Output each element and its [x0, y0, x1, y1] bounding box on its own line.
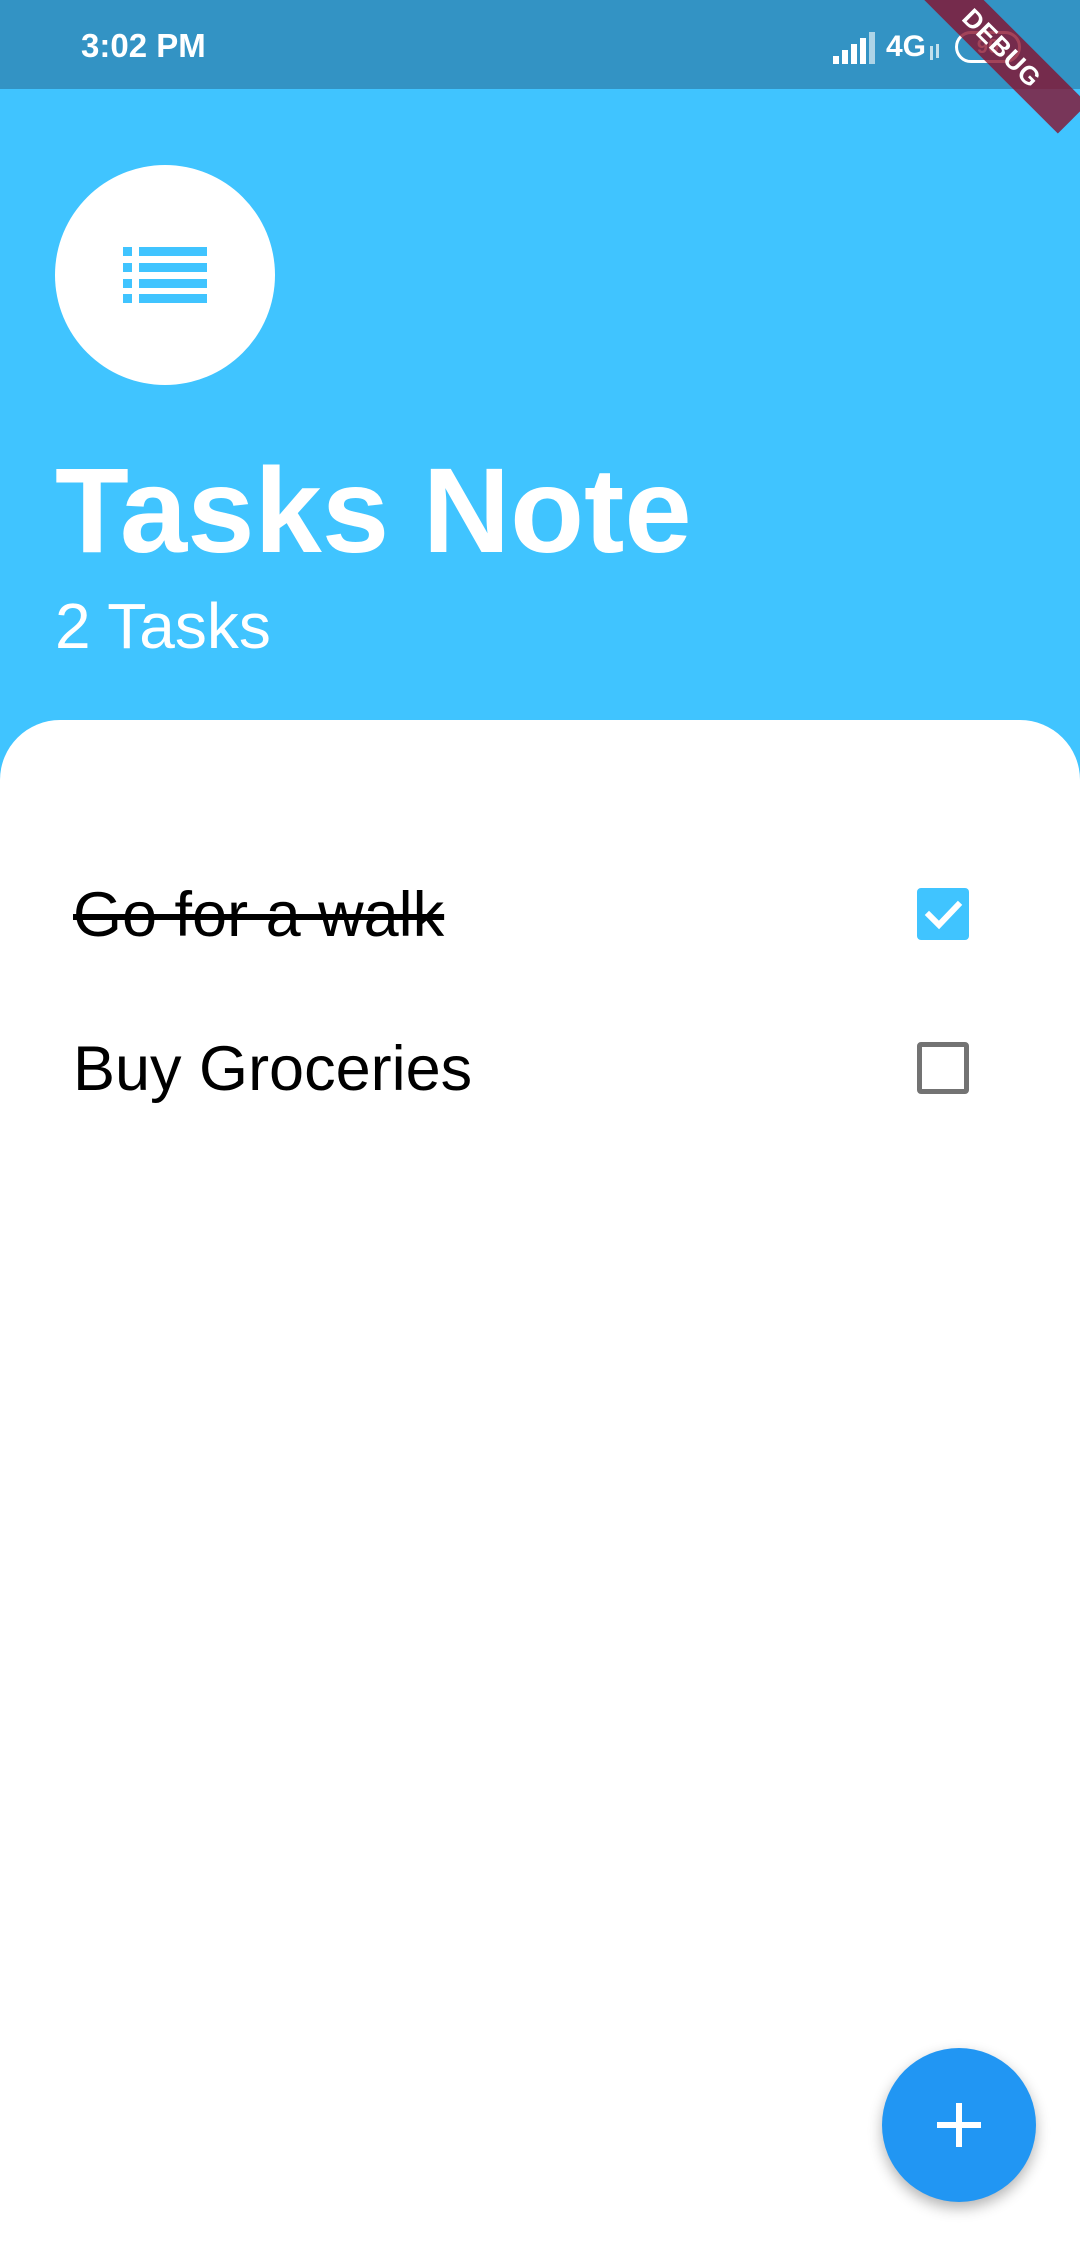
list-icon: [123, 247, 207, 303]
plus-icon: [937, 2103, 981, 2147]
app-icon-avatar: [55, 165, 275, 385]
task-label: Buy Groceries: [73, 1034, 473, 1104]
task-item[interactable]: Go for a walk: [0, 840, 1080, 990]
add-task-button[interactable]: [882, 2048, 1036, 2202]
task-count: 2 Tasks: [55, 590, 271, 662]
data-activity-icon: [930, 44, 939, 60]
network-type-label: 4G: [886, 30, 927, 63]
task-item[interactable]: Buy Groceries: [0, 994, 1080, 1144]
status-time: 3:02 PM: [81, 27, 206, 64]
page-title: Tasks Note: [55, 442, 692, 578]
task-checkbox-checked[interactable]: [917, 888, 969, 940]
check-icon: [924, 900, 963, 930]
status-bar: 3:02 PM 4G 90: [0, 0, 1080, 89]
task-label: Go for a walk: [73, 880, 445, 950]
task-checkbox-unchecked[interactable]: [917, 1042, 969, 1094]
task-list-panel: Go for a walk Buy Groceries: [0, 720, 1080, 2246]
signal-icon: [833, 32, 875, 64]
app-screen: 3:02 PM 4G 90 DEBUG Tasks Not: [0, 0, 1080, 2246]
